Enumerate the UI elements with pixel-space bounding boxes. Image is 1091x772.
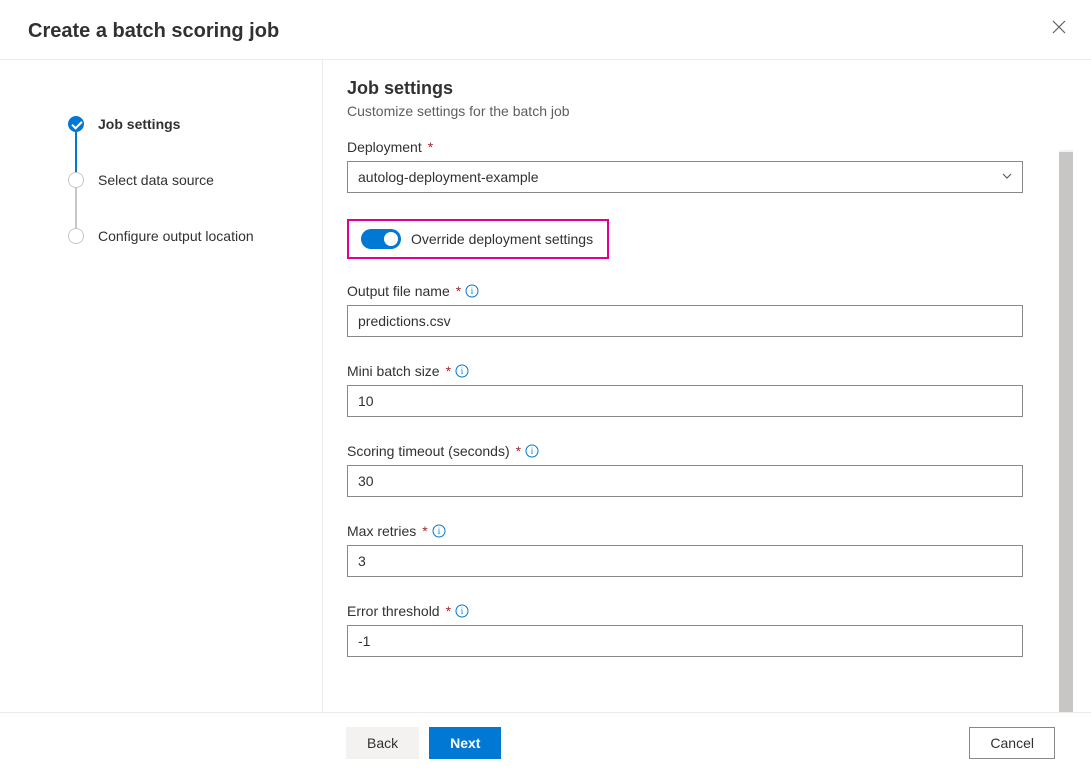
required-marker: * <box>446 363 451 379</box>
step-configure-output-location[interactable]: Configure output location <box>68 228 302 244</box>
info-icon[interactable]: i <box>525 444 539 458</box>
deployment-label: Deployment <box>347 139 422 155</box>
error-threshold-label: Error threshold <box>347 603 440 619</box>
error-threshold-field: Error threshold * i <box>347 603 1055 657</box>
next-button[interactable]: Next <box>429 727 501 759</box>
step-label: Job settings <box>98 116 180 132</box>
output-file-label: Output file name <box>347 283 450 299</box>
section-subtitle: Customize settings for the batch job <box>347 103 1055 119</box>
info-icon[interactable]: i <box>455 604 469 618</box>
override-settings-group: Override deployment settings <box>347 219 609 259</box>
step-bullet-active-icon <box>68 116 84 132</box>
step-label: Configure output location <box>98 228 254 244</box>
step-bullet-icon <box>68 172 84 188</box>
step-connector <box>75 188 77 228</box>
required-marker: * <box>456 283 461 299</box>
info-icon[interactable]: i <box>432 524 446 538</box>
svg-text:i: i <box>437 526 440 536</box>
scrollbar-thumb[interactable] <box>1059 152 1073 712</box>
mini-batch-input[interactable] <box>347 385 1023 417</box>
deployment-select[interactable] <box>347 161 1023 193</box>
required-marker: * <box>446 603 451 619</box>
override-toggle[interactable] <box>361 229 401 249</box>
close-button[interactable] <box>1049 18 1069 38</box>
svg-text:i: i <box>471 286 474 296</box>
step-label: Select data source <box>98 172 214 188</box>
info-icon[interactable]: i <box>465 284 479 298</box>
wizard-steps: Job settings Select data source Configur… <box>0 60 322 712</box>
deployment-field: Deployment * <box>347 139 1055 193</box>
scoring-timeout-field: Scoring timeout (seconds) * i <box>347 443 1055 497</box>
info-icon[interactable]: i <box>455 364 469 378</box>
svg-text:i: i <box>531 446 534 456</box>
wizard-footer: Back Next Cancel <box>0 712 1091 772</box>
step-select-data-source[interactable]: Select data source <box>68 172 302 188</box>
dialog-header: Create a batch scoring job <box>0 0 1091 60</box>
step-connector <box>75 132 77 172</box>
scrollbar-track[interactable] <box>1059 150 1073 712</box>
svg-text:i: i <box>461 366 464 376</box>
main-form: Job settings Customize settings for the … <box>322 60 1091 712</box>
scoring-timeout-input[interactable] <box>347 465 1023 497</box>
required-marker: * <box>516 443 521 459</box>
required-marker: * <box>428 139 433 155</box>
step-job-settings[interactable]: Job settings <box>68 116 302 132</box>
step-bullet-icon <box>68 228 84 244</box>
error-threshold-input[interactable] <box>347 625 1023 657</box>
max-retries-label: Max retries <box>347 523 416 539</box>
scoring-timeout-label: Scoring timeout (seconds) <box>347 443 510 459</box>
required-marker: * <box>422 523 427 539</box>
max-retries-field: Max retries * i <box>347 523 1055 577</box>
mini-batch-field: Mini batch size * i <box>347 363 1055 417</box>
output-file-input[interactable] <box>347 305 1023 337</box>
section-heading: Job settings <box>347 78 1055 99</box>
override-toggle-label: Override deployment settings <box>411 231 593 247</box>
cancel-button[interactable]: Cancel <box>969 727 1055 759</box>
back-button[interactable]: Back <box>346 727 419 759</box>
dialog-title: Create a batch scoring job <box>28 20 1063 43</box>
close-icon <box>1052 20 1066 34</box>
svg-text:i: i <box>461 606 464 616</box>
output-file-field: Output file name * i <box>347 283 1055 337</box>
max-retries-input[interactable] <box>347 545 1023 577</box>
mini-batch-label: Mini batch size <box>347 363 440 379</box>
